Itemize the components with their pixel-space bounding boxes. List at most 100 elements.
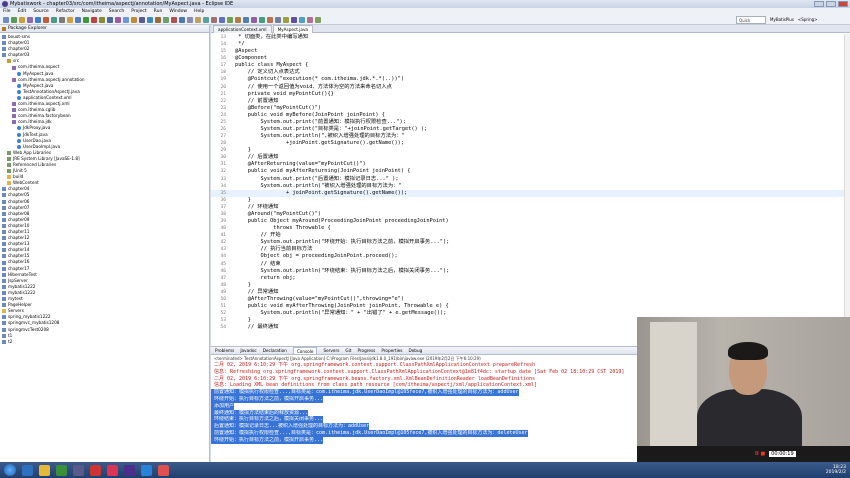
toolbar-icon[interactable] — [155, 16, 161, 23]
menu-item-help[interactable]: Help — [194, 9, 204, 14]
toolbar-icon[interactable] — [91, 16, 97, 23]
menu-item-window[interactable]: Window — [169, 9, 187, 14]
toolbar-icon[interactable] — [131, 16, 137, 23]
toolbar-icon[interactable] — [283, 16, 289, 23]
toolbar-icon[interactable] — [203, 16, 209, 23]
console-tab-progress[interactable]: Progress — [357, 347, 375, 354]
tree-item[interactable]: t2 — [0, 339, 209, 345]
line-number: 34 — [220, 183, 226, 189]
toolbar-icon[interactable] — [123, 16, 129, 23]
toolbar-icon[interactable] — [83, 16, 89, 23]
media-icon[interactable] — [73, 464, 84, 476]
toolbar-icon[interactable] — [187, 16, 193, 23]
toolbar-icon[interactable] — [171, 16, 177, 23]
menu-item-project[interactable]: Project — [131, 9, 146, 14]
project-icon — [2, 211, 6, 216]
close-button[interactable] — [838, 1, 848, 7]
code-line: 44 Object obj = proceedingJoinPoint.proc… — [211, 253, 850, 260]
toolbar-icon[interactable] — [115, 16, 121, 23]
toolbar-icon[interactable] — [307, 16, 313, 23]
editor-tab[interactable]: MyAspect.java — [272, 25, 313, 33]
code-text: @Pointcut("execution(* com.itheima.jdk.*… — [235, 76, 405, 83]
maximize-button[interactable] — [826, 1, 836, 7]
toolbar-icon[interactable] — [107, 16, 113, 23]
console-text: 最终通知：模拟方法结束后的释放资源... — [211, 409, 309, 417]
toolbar-icon[interactable] — [227, 16, 233, 23]
project-icon — [2, 53, 6, 58]
minimize-button[interactable] — [814, 1, 824, 7]
menu-item-file[interactable]: File — [3, 9, 11, 14]
toolbar-icon[interactable] — [67, 16, 73, 23]
record-controls[interactable]: II ■ — [755, 451, 765, 457]
ie-icon[interactable] — [22, 464, 33, 476]
recorder-icon[interactable] — [158, 464, 169, 476]
app-icon[interactable] — [90, 464, 101, 476]
toolbar-icon[interactable] — [27, 16, 33, 23]
menu-item-source[interactable]: Source — [33, 9, 48, 14]
toolbar-icon[interactable] — [291, 16, 297, 23]
console-text: 环绕结束：执行目标方法之后，模拟关闭事务... — [211, 416, 324, 424]
quick-access-field[interactable]: Quick Access — [736, 16, 766, 30]
toolbar-icon[interactable] — [147, 16, 153, 23]
toolbar-icon[interactable] — [51, 16, 57, 23]
menu-item-search[interactable]: Search — [109, 9, 124, 14]
code-line: 17 public class MyAspect { — [211, 62, 850, 69]
app-icon[interactable] — [56, 464, 67, 476]
app-icon[interactable] — [141, 464, 152, 476]
toolbar-icon[interactable] — [251, 16, 257, 23]
line-number: 25 — [220, 119, 226, 125]
code-line: 48 } — [211, 282, 850, 289]
toolbar-icon[interactable] — [59, 16, 65, 23]
perspective-spring[interactable]: <Spring> — [798, 16, 818, 24]
toolbar-icon[interactable] — [235, 16, 241, 23]
toolbar-icon[interactable] — [315, 16, 321, 23]
start-button[interactable] — [4, 464, 16, 476]
project-tree: bouot-sms chapter01 chapter02 chapter03 src c… — [0, 33, 209, 345]
line-number: 20 — [220, 84, 226, 90]
toolbar-icon[interactable] — [11, 16, 17, 23]
package-icon — [12, 77, 16, 82]
console-tab-console[interactable]: Console — [292, 347, 318, 354]
toolbar-icon[interactable] — [259, 16, 265, 23]
toolbar-icon[interactable] — [35, 16, 41, 23]
console-tab-declaration[interactable]: Declaration — [263, 347, 287, 354]
toolbar-icon[interactable] — [163, 16, 169, 23]
toolbar-icon[interactable] — [179, 16, 185, 23]
console-tab-javadoc[interactable]: Javadoc — [240, 347, 256, 354]
toolbar-icon[interactable] — [243, 16, 249, 23]
overview-ruler[interactable] — [844, 34, 850, 346]
toolbar-icon[interactable] — [195, 16, 201, 23]
toolbar-icon[interactable] — [267, 16, 273, 23]
record-timer: 00:00:19 — [769, 451, 796, 457]
menu-item-navigate[interactable]: Navigate — [82, 9, 102, 14]
console-tab-properties[interactable]: Properties — [381, 347, 402, 354]
title-bar: Mybatiswork - chapter03/src/com/itheima/… — [0, 0, 850, 8]
console-tab-problems[interactable]: Problems — [215, 347, 234, 354]
perspective-mybatisplus[interactable]: MyBatisPlus — [770, 16, 794, 24]
editor-tab[interactable]: applicationContext.xml — [213, 25, 272, 33]
toolbar-icon[interactable] — [275, 16, 281, 23]
tree-item-label: springmvcTest0208 — [8, 326, 49, 332]
toolbar-icon[interactable] — [99, 16, 105, 23]
toolbar-icon[interactable] — [75, 16, 81, 23]
line-number: 46 — [220, 268, 226, 274]
console-tab-servers[interactable]: Servers — [323, 347, 339, 354]
app-icon[interactable] — [107, 464, 118, 476]
package-explorer-tab[interactable]: Package Explorer — [0, 25, 209, 33]
eclipse-taskbar-icon[interactable] — [124, 464, 135, 476]
toolbar-icon[interactable] — [19, 16, 25, 23]
folder-icon[interactable] — [39, 464, 50, 476]
toolbar-icon[interactable] — [3, 16, 9, 23]
menu-item-refactor[interactable]: Refactor — [56, 9, 75, 14]
console-tab-git[interactable]: Git — [345, 347, 351, 354]
menu-item-edit[interactable]: Edit — [18, 9, 27, 14]
console-tab-debug[interactable]: Debug — [409, 347, 423, 354]
code-area[interactable]: 13 * 切面类，在此类中编写通知 14 */15 @Aspect 16 @Compon… — [211, 34, 850, 331]
toolbar-icon[interactable] — [43, 16, 49, 23]
toolbar-icon[interactable] — [211, 16, 217, 23]
toolbar-icon[interactable] — [219, 16, 225, 23]
webcam-overlay: II ■ 00:00:19 — [637, 317, 850, 462]
toolbar-icon[interactable] — [299, 16, 305, 23]
menu-item-run[interactable]: Run — [154, 9, 163, 14]
toolbar-icon[interactable] — [139, 16, 145, 23]
